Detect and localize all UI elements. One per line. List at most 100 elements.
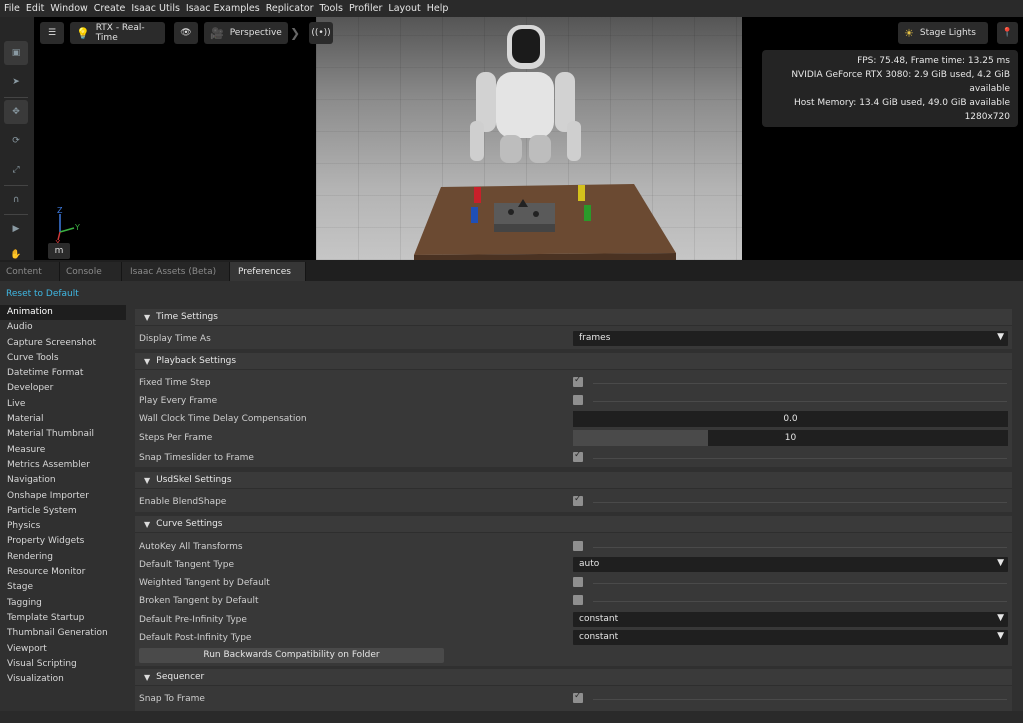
dropdown-arrow-icon: ▼ [997, 613, 1004, 623]
menu-tools[interactable]: Tools [320, 3, 343, 14]
menu-isaac-examples[interactable]: Isaac Examples [186, 3, 260, 14]
category-live[interactable]: Live [0, 397, 126, 412]
broadcast-icon[interactable]: ((•)) [309, 22, 333, 44]
stage-lights-button[interactable]: ☀ Stage Lights [898, 22, 988, 44]
category-capture-screenshot[interactable]: Capture Screenshot [0, 336, 126, 351]
scene-render[interactable] [316, 17, 742, 260]
move-icon[interactable]: ✥ [4, 100, 28, 124]
camera-button[interactable]: 🎥 Perspective [204, 22, 288, 44]
category-property-widgets[interactable]: Property Widgets [0, 534, 126, 549]
camera-label: Perspective [229, 28, 282, 38]
usdskel-settings-header[interactable]: ▼ UsdSkel Settings [135, 472, 1012, 489]
pan-hand-icon[interactable]: ✋ [4, 243, 28, 260]
category-visual-scripting[interactable]: Visual Scripting [0, 657, 126, 672]
category-stage[interactable]: Stage [0, 580, 126, 595]
category-thumbnail-generation[interactable]: Thumbnail Generation [0, 626, 126, 641]
menu-profiler[interactable]: Profiler [349, 3, 382, 14]
enable-blendshape-row: Enable BlendShape [135, 493, 1012, 511]
autokey-checkbox[interactable] [573, 541, 583, 551]
rotate-icon[interactable]: ⟳ [4, 129, 28, 153]
visibility-eye-icon[interactable]: 👁 [174, 22, 198, 44]
post-infinity-dropdown[interactable]: constant ▼ [573, 630, 1008, 645]
pre-infinity-value: constant [579, 614, 619, 624]
menu-isaac-utils[interactable]: Isaac Utils [131, 3, 180, 14]
category-audio[interactable]: Audio [0, 320, 126, 335]
default-tangent-dropdown[interactable]: auto ▼ [573, 557, 1008, 572]
chevron-right-icon: ❯ [290, 26, 301, 40]
category-material[interactable]: Material [0, 412, 126, 427]
select-arrow-icon[interactable]: ➤ [4, 70, 28, 94]
autokey-label: AutoKey All Transforms [139, 542, 243, 552]
category-developer[interactable]: Developer [0, 381, 126, 396]
category-material-thumbnail[interactable]: Material Thumbnail [0, 427, 126, 442]
playback-settings-header[interactable]: ▼ Playback Settings [135, 353, 1012, 370]
category-visualization[interactable]: Visualization [0, 672, 126, 687]
curve-settings-header[interactable]: ▼ Curve Settings [135, 516, 1012, 533]
location-pin-icon[interactable]: 📍 [997, 22, 1018, 44]
weighted-tangent-checkbox[interactable] [573, 577, 583, 587]
time-settings-header[interactable]: ▼ Time Settings [135, 309, 1012, 326]
snap-to-frame-label: Snap To Frame [139, 694, 205, 704]
snap-timeslider-checkbox[interactable] [573, 450, 583, 462]
category-navigation[interactable]: Navigation [0, 473, 126, 488]
run-backwards-compat-button[interactable]: Run Backwards Compatibility on Folder [139, 648, 444, 663]
snap-to-frame-checkbox[interactable] [573, 691, 583, 703]
reset-to-default-link[interactable]: Reset to Default [6, 289, 79, 299]
display-time-as-value: frames [579, 333, 611, 343]
category-viewport[interactable]: Viewport [0, 642, 126, 657]
steps-per-frame-slider[interactable]: 10 [573, 430, 1008, 446]
menu-help[interactable]: Help [427, 3, 449, 14]
sequencer-header[interactable]: ▼ Sequencer [135, 669, 1012, 686]
scale-icon[interactable]: ⤢ [4, 158, 28, 182]
snap-timeslider-row: Snap Timeslider to Frame [135, 449, 1012, 467]
category-curve-tools[interactable]: Curve Tools [0, 351, 126, 366]
axis-gizmo: Z Y X [55, 206, 80, 246]
snap-timeslider-label: Snap Timeslider to Frame [139, 453, 254, 463]
enable-blendshape-checkbox[interactable] [573, 494, 583, 506]
broken-tangent-checkbox[interactable] [573, 595, 583, 605]
wall-clock-field[interactable]: 0.0 [573, 411, 1008, 427]
viewport[interactable]: ▣ ➤ ✥ ⟳ ⤢ ∩ ▶ ✋ ☰ 💡 RTX - Real-Time 👁 🎥 … [0, 17, 1023, 260]
category-particle-system[interactable]: Particle System [0, 504, 126, 519]
category-rendering[interactable]: Rendering [0, 550, 126, 565]
snap-magnet-icon[interactable]: ∩ [4, 188, 28, 212]
gpu-memory-text: NVIDIA GeForce RTX 3080: 2.9 GiB used, 4… [791, 70, 1010, 94]
post-infinity-value: constant [579, 632, 619, 642]
display-time-as-dropdown[interactable]: frames ▼ [573, 331, 1008, 346]
fixed-time-step-checkbox[interactable] [573, 375, 583, 387]
category-template-startup[interactable]: Template Startup [0, 611, 126, 626]
menu-edit[interactable]: Edit [26, 3, 44, 14]
menu-file[interactable]: File [4, 3, 20, 14]
menu-window[interactable]: Window [50, 3, 87, 14]
tab-console[interactable]: Console [60, 262, 122, 281]
render-mode-button[interactable]: 💡 RTX - Real-Time [70, 22, 165, 44]
lightbulb-icon: 💡 [76, 26, 90, 40]
broken-tangent-row: Broken Tangent by Default [135, 592, 1012, 610]
post-infinity-label: Default Post-Infinity Type [139, 633, 252, 643]
play-every-frame-checkbox[interactable] [573, 395, 583, 405]
units-button[interactable]: m [48, 243, 70, 259]
select-mode-icon[interactable]: ▣ [4, 41, 28, 65]
viewport-settings-icon[interactable]: ☰ [40, 22, 64, 44]
category-physics[interactable]: Physics [0, 519, 126, 534]
pre-infinity-dropdown[interactable]: constant ▼ [573, 612, 1008, 627]
tab-content[interactable]: Content [0, 262, 60, 281]
category-animation[interactable]: Animation [0, 305, 126, 321]
category-resource-monitor[interactable]: Resource Monitor [0, 565, 126, 580]
tab-preferences[interactable]: Preferences [230, 262, 306, 281]
category-datetime-format[interactable]: Datetime Format [0, 366, 126, 381]
dropdown-arrow-icon: ▼ [997, 631, 1004, 641]
menu-replicator[interactable]: Replicator [266, 3, 314, 14]
play-icon[interactable]: ▶ [4, 217, 28, 241]
playback-settings-title: Playback Settings [156, 356, 237, 366]
steps-per-frame-value: 10 [784, 433, 797, 443]
category-onshape-importer[interactable]: Onshape Importer [0, 489, 126, 504]
category-metrics-assembler[interactable]: Metrics Assembler [0, 458, 126, 473]
category-measure[interactable]: Measure [0, 443, 126, 458]
row-divider [593, 502, 1007, 503]
tab-isaac-assets[interactable]: Isaac Assets (Beta) [122, 262, 230, 281]
robot-scene-image [414, 25, 676, 260]
category-tagging[interactable]: Tagging [0, 596, 126, 611]
menu-layout[interactable]: Layout [388, 3, 420, 14]
menu-create[interactable]: Create [94, 3, 126, 14]
